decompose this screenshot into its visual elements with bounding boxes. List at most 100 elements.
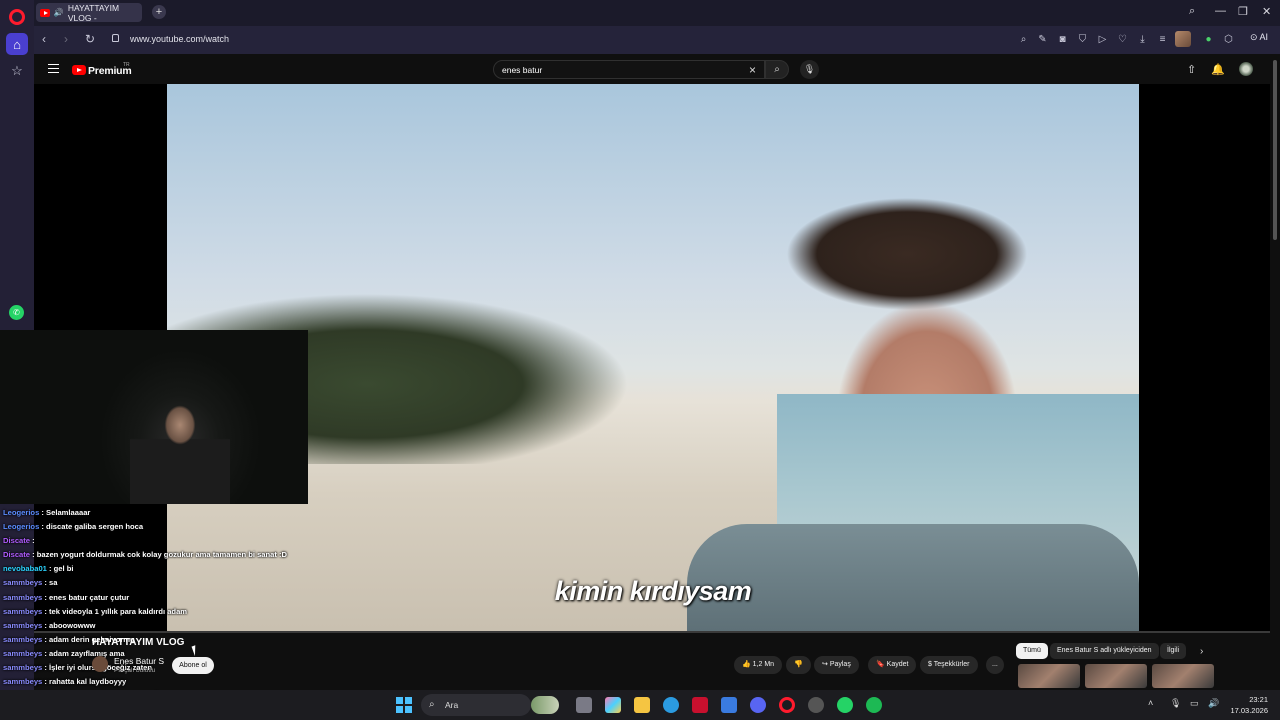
chevron-up-icon[interactable]: ˄: [1148, 698, 1153, 708]
minimize-button[interactable]: —: [1215, 5, 1226, 17]
edge-icon[interactable]: [663, 697, 679, 713]
chat-username[interactable]: Discate: [3, 536, 30, 545]
taskbar-search-label: Ara: [445, 700, 459, 710]
speaker-icon[interactable]: 🔊: [54, 8, 64, 17]
filter-chip[interactable]: İlgili: [1160, 643, 1187, 659]
camera-icon[interactable]: ◙: [1057, 34, 1068, 45]
search-tabs-icon[interactable]: ⌕: [1189, 5, 1195, 18]
recommended-thumbnail[interactable]: [1152, 664, 1214, 688]
video-player[interactable]: kimin kırdıysam: [167, 84, 1139, 631]
video-subtitle: kimin kırdıysam: [554, 576, 752, 606]
discord-icon[interactable]: [750, 697, 766, 713]
extension-green-icon[interactable]: ●: [1203, 34, 1214, 45]
edit-icon[interactable]: ✎: [1037, 34, 1048, 45]
chat-username[interactable]: Leogerios: [3, 522, 39, 531]
channel-name[interactable]: Enes Batur S: [114, 656, 164, 666]
bookmarks-star-icon[interactable]: ☆: [6, 60, 28, 82]
maximize-button[interactable]: ❐: [1238, 5, 1248, 18]
network-icon[interactable]: ▭: [1190, 698, 1199, 709]
chat-text: :: [32, 536, 35, 546]
filter-chip[interactable]: Tümü: [1016, 643, 1048, 659]
task-view-icon[interactable]: [576, 697, 592, 713]
forward-button[interactable]: ›: [64, 32, 68, 46]
chevron-right-icon[interactable]: ›: [1200, 646, 1203, 657]
profile-avatar[interactable]: [1175, 31, 1191, 47]
extensions-icon[interactable]: ⬡: [1223, 34, 1234, 45]
download-icon[interactable]: ⤓: [1137, 34, 1148, 45]
chat-username[interactable]: sammbeys: [3, 635, 42, 644]
zoom-icon[interactable]: ⌕: [1018, 34, 1029, 45]
save-button[interactable]: 🔖 Kaydet: [868, 656, 917, 674]
search-value: enes batur: [502, 65, 543, 75]
clock-date: 17.03.2026: [1230, 706, 1268, 715]
microphone-tray-icon[interactable]: 🎙: [1170, 698, 1181, 709]
chat-username[interactable]: sammbeys: [3, 607, 42, 616]
url-field[interactable]: www.youtube.com/watch: [130, 34, 229, 44]
chat-username[interactable]: sammbeys: [3, 649, 42, 658]
recommended-thumbnail[interactable]: [1085, 664, 1147, 688]
like-button[interactable]: 👍 1,2 Mn: [734, 656, 783, 674]
steam-icon[interactable]: [808, 697, 824, 713]
share-button[interactable]: ↪ Paylaş: [814, 656, 859, 674]
back-button[interactable]: ‹: [42, 32, 46, 46]
mic-icon[interactable]: 🎙: [800, 60, 819, 79]
dislike-button[interactable]: 👎: [786, 656, 811, 674]
chat-text: : bazen yogurt doldurmak cok kolay gozuk…: [32, 550, 288, 560]
ai-button[interactable]: ⊙ AI: [1250, 32, 1268, 43]
spotify-icon[interactable]: [866, 697, 882, 713]
taskbar-search[interactable]: ⌕ Ara: [421, 694, 559, 716]
hamburger-menu-icon[interactable]: [48, 64, 59, 73]
chat-username[interactable]: sammbeys: [3, 677, 42, 686]
tab-youtube[interactable]: 🔊 HAYATTAYIM VLOG -: [36, 3, 142, 23]
filter-chip[interactable]: Enes Batur S adlı yükleyiciden: [1050, 643, 1159, 659]
heart-icon[interactable]: ♡: [1117, 34, 1128, 45]
chat-username[interactable]: Leogerios: [3, 508, 39, 517]
page-scrollbar[interactable]: [1270, 54, 1280, 690]
more-actions-button[interactable]: ...: [986, 656, 1004, 674]
account-avatar[interactable]: [1239, 62, 1253, 76]
channel-avatar[interactable]: [92, 656, 108, 672]
chat-username[interactable]: nevobaba01: [3, 564, 47, 573]
chat-message: nevobaba01 : gel bi: [3, 564, 303, 578]
adobe-icon[interactable]: [692, 697, 708, 713]
chat-message: sammbeys : aboowowww: [3, 621, 303, 635]
subscribe-button[interactable]: Abone ol: [172, 657, 214, 674]
chat-username[interactable]: Discate: [3, 550, 30, 559]
mail-icon[interactable]: [721, 697, 737, 713]
home-icon[interactable]: ⌂: [6, 33, 28, 55]
close-button[interactable]: ✕: [1262, 5, 1271, 18]
shield-icon[interactable]: ⛉: [1077, 34, 1088, 45]
opera-taskbar-icon[interactable]: [779, 697, 795, 713]
chat-username[interactable]: sammbeys: [3, 621, 42, 630]
play-icon[interactable]: ▷: [1097, 34, 1108, 45]
chat-username[interactable]: sammbeys: [3, 578, 42, 587]
chat-username[interactable]: sammbeys: [3, 663, 42, 672]
upload-icon[interactable]: ⇧: [1187, 63, 1196, 76]
new-tab-button[interactable]: +: [152, 5, 166, 19]
whatsapp-icon[interactable]: ✆: [9, 305, 24, 320]
clear-search-icon[interactable]: ×: [749, 63, 756, 77]
chat-username[interactable]: sammbeys: [3, 593, 42, 602]
menu-icon[interactable]: ≡: [1157, 34, 1168, 45]
system-clock[interactable]: 23:21 17.03.2026: [1228, 694, 1268, 716]
chat-text: : enes batur çatur çutur: [44, 592, 130, 602]
chat-text: : tek videoyla 1 yıllık para kaldırdı ad…: [44, 606, 188, 616]
save-label: Kaydet: [886, 661, 909, 668]
youtube-logo-icon[interactable]: [72, 65, 86, 75]
thanks-button[interactable]: $ Teşekkürler: [920, 656, 978, 674]
notifications-bell-icon[interactable]: 🔔: [1211, 63, 1225, 76]
reload-icon[interactable]: ↻: [85, 32, 95, 46]
whatsapp-taskbar-icon[interactable]: [837, 697, 853, 713]
opera-logo-icon[interactable]: [9, 9, 25, 25]
file-explorer-icon[interactable]: [634, 697, 650, 713]
windows-start-icon[interactable]: [396, 697, 412, 713]
scrollbar-thumb[interactable]: [1273, 60, 1277, 240]
copilot-icon[interactable]: [605, 697, 621, 713]
search-input[interactable]: enes batur ×: [493, 60, 765, 79]
chat-message: sammbeys : sa: [3, 578, 303, 592]
chat-text: : rahatta kal laydboyyy: [44, 677, 127, 687]
volume-icon[interactable]: 🔊: [1208, 698, 1219, 709]
share-label: Paylaş: [829, 661, 851, 668]
recommended-thumbnail[interactable]: [1018, 664, 1080, 688]
search-button[interactable]: ⌕: [765, 60, 789, 79]
